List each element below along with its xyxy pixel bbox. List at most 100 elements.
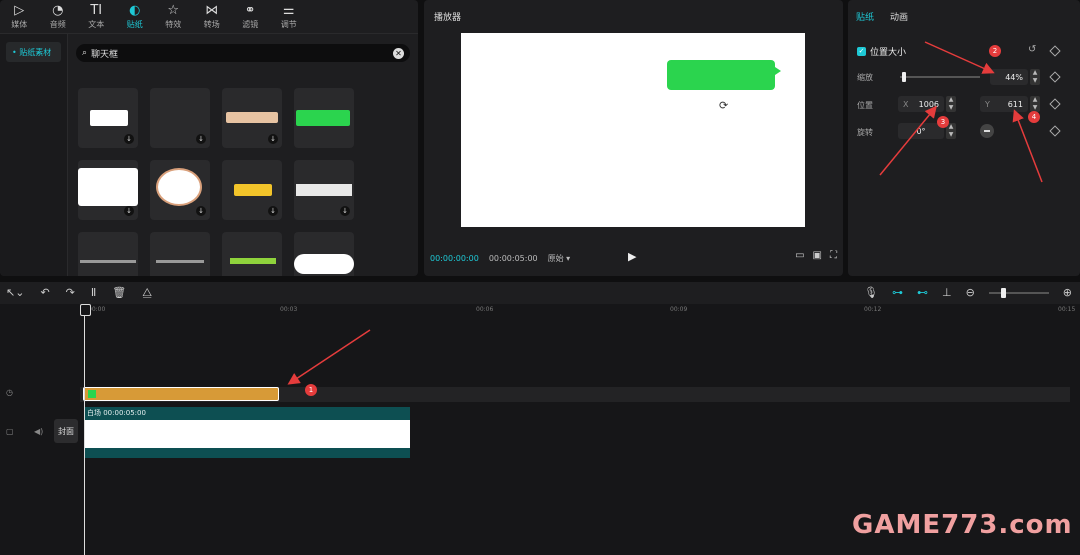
sticker-item[interactable] <box>222 232 282 276</box>
ruler-tick: 00:03 <box>280 306 298 313</box>
rotate-dial[interactable] <box>980 124 994 138</box>
preview-axis-icon[interactable]: ⊥ <box>942 286 952 299</box>
x-stepper[interactable]: ▲ ▼ <box>946 96 956 112</box>
keyframe-icon[interactable] <box>1049 45 1061 57</box>
position-label: 位置 <box>857 101 873 110</box>
play-icon[interactable]: ▶ <box>628 250 636 263</box>
tool-effects[interactable]: ☆ 特效 <box>154 0 193 33</box>
annotation-badge: 2 <box>989 45 1001 57</box>
video-clip-thumbnail <box>85 420 410 448</box>
scale-label: 缩放 <box>857 73 873 82</box>
keyframe-icon[interactable] <box>1049 71 1061 83</box>
sticker-item[interactable]: ↓ <box>222 160 282 220</box>
tab-animation[interactable]: 动画 <box>890 10 908 23</box>
reset-icon[interactable]: ↺ <box>1028 44 1036 55</box>
cover-button[interactable]: 封面 <box>54 419 78 443</box>
tab-sticker[interactable]: 贴纸 <box>856 10 874 23</box>
top-toolbar: ▷ 媒体 ◔ 音频 TI 文本 ◐ 贴纸 ☆ 特效 ⋈ 转场 ⚭ 滤镜 ⚌ 调节 <box>0 0 418 34</box>
search-input[interactable]: ⌕ 聊天框 ✕ <box>76 44 410 62</box>
sticker-item[interactable] <box>150 232 210 276</box>
scale-slider-knob[interactable] <box>902 72 906 82</box>
scale-slider[interactable] <box>900 72 980 82</box>
waveform-icon[interactable]: ▭ <box>795 250 804 261</box>
sticker-track-icon: ◷ <box>6 388 13 397</box>
tool-filter[interactable]: ⚭ 滤镜 <box>231 0 270 33</box>
adjust-icon: ⚌ <box>282 2 295 18</box>
video-track-icon: ▢ <box>6 427 14 436</box>
redo-icon[interactable]: ↷ <box>66 286 75 300</box>
keyframe-icon[interactable] <box>1049 125 1061 137</box>
mirror-icon[interactable]: ⧋ <box>142 286 152 300</box>
x-field[interactable]: X 1006 <box>898 96 944 112</box>
section-title: 位置大小 <box>870 48 907 58</box>
undo-icon[interactable]: ↶ <box>40 286 49 300</box>
zoom-slider[interactable] <box>988 287 1049 298</box>
y-stepper[interactable]: ▲ ▼ <box>1030 96 1040 112</box>
sticker-item[interactable] <box>294 232 354 276</box>
zoom-in-icon[interactable]: ⊕ <box>1063 286 1072 299</box>
effects-icon: ☆ <box>167 2 180 18</box>
position-size-section: ✓ 位置大小 <box>857 45 906 58</box>
time-ruler[interactable]: 00:00 00:03 00:06 00:09 00:12 00:15 <box>0 304 1080 318</box>
mute-icon[interactable]: ◀) <box>34 427 43 436</box>
tool-text[interactable]: TI 文本 <box>77 0 116 33</box>
sticker-item[interactable]: ↓ <box>150 88 210 148</box>
sticker-item[interactable] <box>78 232 138 276</box>
snap-icon[interactable]: ⊷ <box>917 286 928 299</box>
tool-adjust[interactable]: ⚌ 调节 <box>270 0 309 33</box>
select-tool-icon[interactable]: ↖⌄ <box>6 286 24 300</box>
properties-panel: 贴纸 动画 ✓ 位置大小 ↺ 缩放 44% ▲ ▼ 位置 X 1006 ▲ ▼ Y 61… <box>848 0 1080 276</box>
zoom-out-icon[interactable]: ⊖ <box>966 286 975 299</box>
sticker-item[interactable]: ↓ <box>294 160 354 220</box>
sticker-item[interactable]: ↓ <box>78 160 138 220</box>
sticker-grid: ↓ ↓ ↓ ↓ ↓ ↓ ↓ <box>78 88 368 276</box>
sticker-item[interactable]: ↓ <box>222 88 282 148</box>
player-panel: 播放器 ⟳ 00:00:00:00 00:00:05:00 原始 ▾ ▶ ▭ ▣… <box>424 0 843 276</box>
scale-field[interactable]: 44% <box>990 69 1028 85</box>
ratio-dropdown[interactable]: 原始 ▾ <box>548 253 571 264</box>
download-icon[interactable]: ↓ <box>124 206 134 216</box>
tool-transition[interactable]: ⋈ 转场 <box>193 0 232 33</box>
tool-audio[interactable]: ◔ 音频 <box>39 0 78 33</box>
ruler-tick: 00:12 <box>864 306 882 313</box>
transition-icon: ⋈ <box>205 2 219 18</box>
microphone-icon[interactable]: 🎙 <box>864 286 878 299</box>
video-clip[interactable]: 白场 00:00:05:00 <box>85 407 410 458</box>
ratio-icon[interactable]: ▣ <box>813 250 822 261</box>
tool-sticker[interactable]: ◐ 贴纸 <box>116 0 155 33</box>
download-icon[interactable]: ↓ <box>340 206 350 216</box>
library-sidebar: • 贴纸素材 <box>0 34 68 276</box>
video-clip-title: 白场 00:00:05:00 <box>87 409 146 417</box>
chat-bubble-sticker[interactable] <box>667 60 781 90</box>
filter-icon: ⚭ <box>244 2 256 18</box>
preview-canvas[interactable]: ⟳ <box>461 33 805 227</box>
zoom-slider-knob[interactable] <box>1000 287 1006 298</box>
keyframe-icon[interactable] <box>1049 98 1061 110</box>
tool-media[interactable]: ▷ 媒体 <box>0 0 39 33</box>
download-icon[interactable]: ↓ <box>196 134 206 144</box>
annotation-badge: 4 <box>1028 111 1040 123</box>
delete-icon[interactable]: 🗑 <box>112 286 126 300</box>
checkbox-icon[interactable]: ✓ <box>857 47 866 56</box>
sticker-clip[interactable] <box>83 387 279 401</box>
sidebar-item-sticker-assets[interactable]: • 贴纸素材 <box>6 42 61 62</box>
sticker-item[interactable] <box>294 88 354 148</box>
playhead[interactable] <box>80 304 91 555</box>
total-time: 00:00:05:00 <box>488 253 538 263</box>
sticker-item[interactable]: ↓ <box>150 160 210 220</box>
rotate-handle-icon[interactable]: ⟳ <box>719 99 728 112</box>
split-icon[interactable]: Ⅱ <box>91 286 96 300</box>
sticker-item[interactable]: ↓ <box>78 88 138 148</box>
download-icon[interactable]: ↓ <box>268 134 278 144</box>
scale-stepper[interactable]: ▲ ▼ <box>1030 69 1040 85</box>
download-icon[interactable]: ↓ <box>268 206 278 216</box>
link-icon[interactable]: ⊶ <box>892 286 903 299</box>
y-field[interactable]: Y 611 <box>980 96 1028 112</box>
fullscreen-icon[interactable]: ⛶ <box>830 250 837 261</box>
audio-icon: ◔ <box>52 2 64 18</box>
search-icon: ⌕ <box>82 48 88 58</box>
sticker-clip-thumb <box>88 390 96 398</box>
clear-search-icon[interactable]: ✕ <box>393 47 404 59</box>
download-icon[interactable]: ↓ <box>124 134 134 144</box>
download-icon[interactable]: ↓ <box>196 206 206 216</box>
